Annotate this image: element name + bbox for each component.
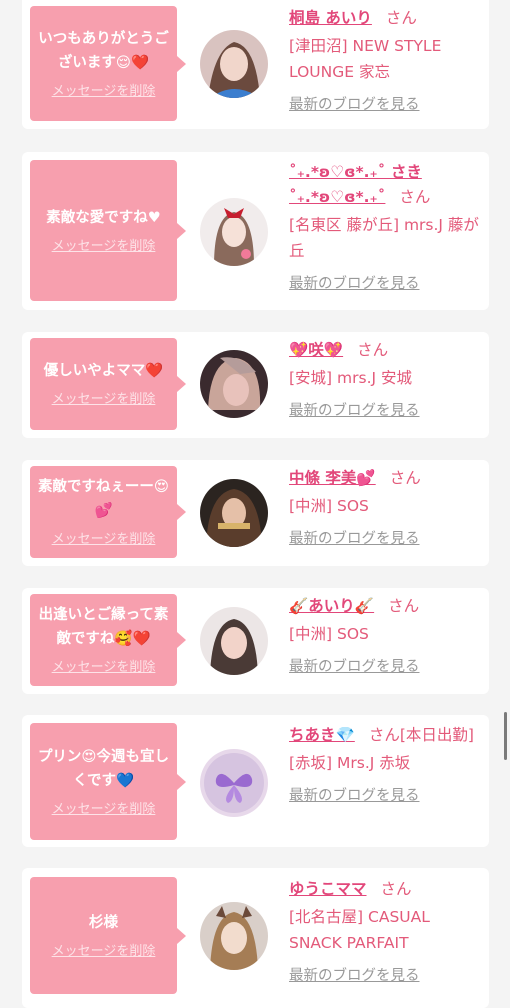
message-text: 素敵な愛ですね♥ (46, 209, 161, 226)
message-bubble: 出逢いとご縁って素敵ですね🥰❤️ メッセージを削除 (30, 594, 186, 686)
avatar[interactable] (200, 749, 268, 817)
honorific: さん (368, 726, 400, 744)
message-card: いつもありがとうございます😌❤️ メッセージを削除 桐島 あいり さん [津田沼]… (22, 0, 489, 129)
message-card: 杉様 メッセージを削除 ゆうこママ さん [北名古屋] CASUAL SNACK … (22, 868, 489, 1008)
scrollbar[interactable] (504, 712, 507, 760)
latest-blog-link[interactable]: 最新のブログを見る (289, 655, 484, 676)
delete-message-link[interactable]: メッセージを削除 (52, 943, 156, 961)
message-bubble: 優しいやよママ❤️ メッセージを削除 (30, 338, 186, 430)
avatar[interactable] (200, 350, 268, 418)
store-text: [津田沼] NEW STYLE LOUNGE 家忘 (289, 37, 442, 81)
message-bubble: いつもありがとうございます😌❤️ メッセージを削除 (30, 6, 186, 121)
message-card: 優しいやよママ❤️ メッセージを削除 💖咲💖 さん [安城] mrs.J 安城 最… (22, 332, 489, 438)
message-text: 杉様 (89, 914, 118, 931)
cast-info: ˚₊.*ʚ♡ɞ*.₊˚ さき˚₊.*ʚ♡ɞ*.₊˚ さん [名東区 藤が丘] mr… (289, 160, 484, 293)
cast-name-link[interactable]: ゆうこママ (289, 880, 367, 898)
latest-blog-link[interactable]: 最新のブログを見る (289, 272, 484, 293)
store-text: [安城] mrs.J 安城 (289, 369, 412, 387)
delete-message-link[interactable]: メッセージを削除 (52, 83, 156, 101)
message-bubble: 素敵な愛ですね♥ メッセージを削除 (30, 160, 186, 301)
message-card: プリン😍今週も宜しくです💙 メッセージを削除 ちあき💎 さん[本日出勤] [赤坂]… (22, 715, 489, 847)
avatar[interactable] (200, 198, 268, 266)
cast-name-link[interactable]: 🎸あいり🎸 (289, 597, 374, 615)
delete-message-link[interactable]: メッセージを削除 (52, 391, 156, 409)
message-text: 優しいやよママ❤️ (43, 363, 164, 379)
store-text: [北名古屋] CASUAL SNACK PARFAIT (289, 908, 430, 952)
cast-name-link[interactable]: 桐島 あいり (289, 9, 372, 27)
store-text: [中洲] SOS (289, 497, 369, 515)
message-text: 素敵ですねぇーー😍💕 (37, 479, 170, 519)
store-text: [中洲] SOS (289, 625, 369, 643)
delete-message-link[interactable]: メッセージを削除 (52, 531, 156, 549)
honorific: さん (399, 188, 431, 206)
avatar[interactable] (200, 30, 268, 98)
cast-name-link[interactable]: 中條 李美💕 (289, 469, 376, 487)
message-text: いつもありがとうございます😌❤️ (38, 30, 169, 71)
latest-blog-link[interactable]: 最新のブログを見る (289, 784, 484, 805)
latest-blog-link[interactable]: 最新のブログを見る (289, 399, 484, 420)
message-card: 素敵な愛ですね♥ メッセージを削除 ˚₊.*ʚ♡ɞ*.₊˚ さき˚₊.*ʚ♡ɞ*… (22, 152, 489, 310)
avatar[interactable] (200, 607, 268, 675)
latest-blog-link[interactable]: 最新のブログを見る (289, 527, 484, 548)
avatar[interactable] (200, 902, 268, 970)
avatar[interactable] (200, 479, 268, 547)
message-bubble: 杉様 メッセージを削除 (30, 877, 186, 994)
delete-message-link[interactable]: メッセージを削除 (52, 801, 156, 819)
message-bubble: プリン😍今週も宜しくです💙 メッセージを削除 (30, 723, 186, 840)
message-text: 出逢いとご縁って素敵ですね🥰❤️ (38, 607, 169, 647)
cast-info: 💖咲💖 さん [安城] mrs.J 安城 最新のブログを見る (289, 338, 484, 420)
latest-blog-link[interactable]: 最新のブログを見る (289, 964, 484, 985)
cast-info: 🎸あいり🎸 さん [中洲] SOS 最新のブログを見る (289, 594, 484, 676)
message-card: 素敵ですねぇーー😍💕 メッセージを削除 中條 李美💕 さん [中洲] SOS 最新… (22, 460, 489, 566)
honorific: さん (385, 9, 417, 27)
message-text: プリン😍今週も宜しくです💙 (37, 748, 170, 789)
latest-blog-link[interactable]: 最新のブログを見る (289, 93, 484, 114)
honorific: さん (388, 597, 420, 615)
cast-name-link[interactable]: ちあき💎 (289, 726, 355, 744)
attendance-status: [本日出勤] (399, 726, 474, 744)
cast-info: ちあき💎 さん[本日出勤] [赤坂] Mrs.J 赤坂 最新のブログを見る (289, 723, 484, 805)
delete-message-link[interactable]: メッセージを削除 (52, 659, 156, 677)
honorific: さん (389, 469, 421, 487)
cast-info: 桐島 あいり さん [津田沼] NEW STYLE LOUNGE 家忘 最新のブロ… (289, 6, 484, 114)
store-text: [名東区 藤が丘] mrs.J 藤が丘 (289, 216, 479, 260)
honorific: さん (357, 341, 389, 359)
cast-name-link[interactable]: 💖咲💖 (289, 341, 343, 359)
delete-message-link[interactable]: メッセージを削除 (52, 238, 156, 256)
message-card: 出逢いとご縁って素敵ですね🥰❤️ メッセージを削除 🎸あいり🎸 さん [中洲] S… (22, 588, 489, 694)
honorific: さん (380, 880, 412, 898)
cast-info: ゆうこママ さん [北名古屋] CASUAL SNACK PARFAIT 最新のブ… (289, 877, 484, 985)
store-text: [赤坂] Mrs.J 赤坂 (289, 754, 411, 772)
cast-info: 中條 李美💕 さん [中洲] SOS 最新のブログを見る (289, 466, 484, 548)
message-bubble: 素敵ですねぇーー😍💕 メッセージを削除 (30, 466, 186, 558)
